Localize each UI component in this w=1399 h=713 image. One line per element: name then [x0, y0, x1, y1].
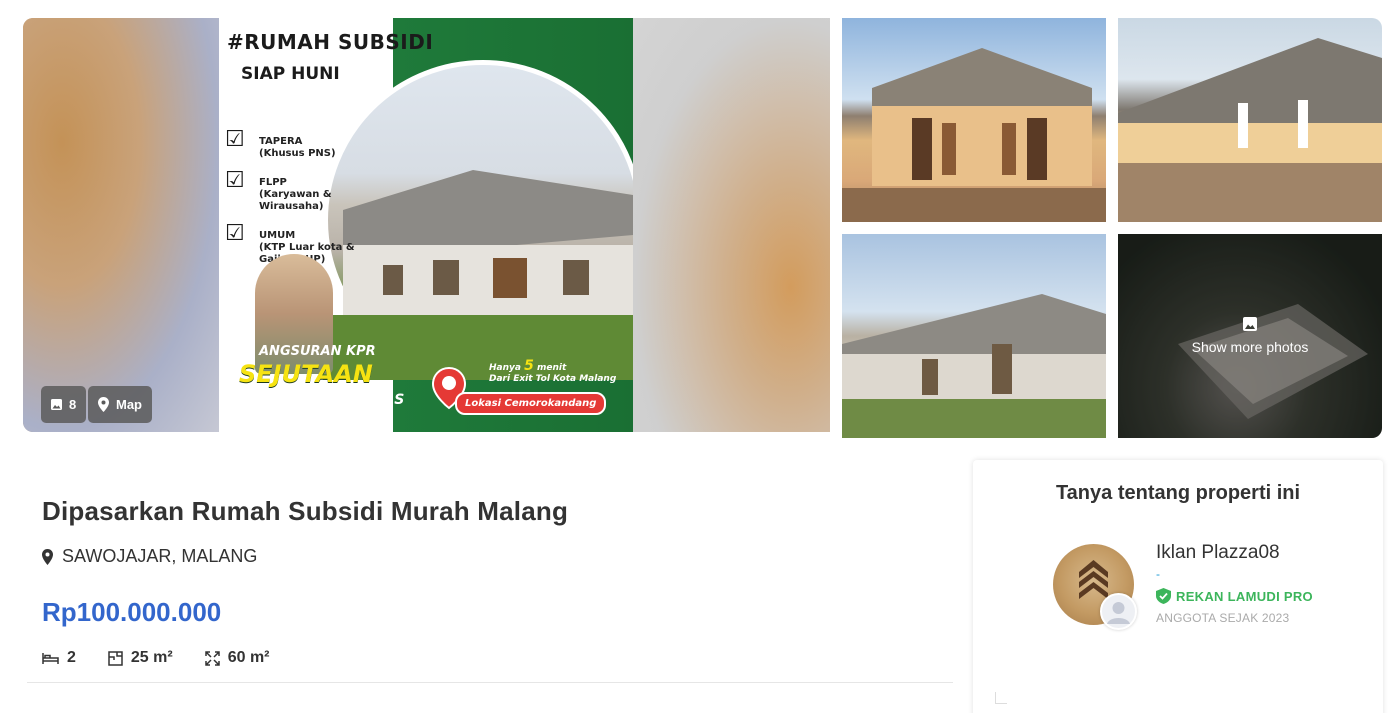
card-checkbox-corner [995, 692, 1007, 704]
map-button[interactable]: Map [88, 386, 152, 423]
image-icon [1243, 317, 1257, 331]
contact-card-title: Tanya tentang properti ini [1055, 482, 1301, 504]
spec-building-area: 25 m² [108, 649, 173, 667]
promo-poster: #RUMAH SUBSIDI SIAP HUNI TAPERA(Khusus P… [219, 18, 633, 432]
section-divider [27, 682, 953, 683]
floorplan-icon [108, 650, 123, 666]
gallery-thumbnail[interactable] [842, 234, 1106, 438]
listing-page: #RUMAH SUBSIDI SIAP HUNI TAPERA(Khusus P… [0, 0, 1399, 713]
poster-location-tag: Lokasi Cemorokandang [455, 392, 607, 415]
poster-check-item: TAPERA(Khusus PNS) [225, 134, 375, 160]
verified-shield-icon [1156, 588, 1171, 604]
agent-name[interactable]: Iklan Plazza08 [1156, 542, 1280, 564]
listing-title: Dipasarkan Rumah Subsidi Murah Malang [42, 496, 569, 526]
image-icon [51, 399, 62, 410]
spec-land-area: 60 m² [204, 649, 270, 667]
agent-avatar[interactable] [1100, 593, 1137, 630]
poster-subheadline: SIAP HUNI [241, 64, 340, 84]
bed-icon [42, 652, 59, 664]
main-photo-blur-left [23, 18, 219, 432]
gallery-thumbnail[interactable] [1118, 18, 1382, 222]
location-text: SAWOJAJAR, MALANG [62, 546, 258, 566]
poster-promo-line1: ANGSURAN KPR [259, 344, 376, 359]
agent-subtitle: - [1156, 567, 1160, 581]
poster-distance-note: Hanya 5 menit Dari Exit Tol Kota Malang [489, 358, 617, 384]
poster-promo-line3: FLAT SAMPAI LUNAS [245, 392, 405, 408]
poster-headline: #RUMAH SUBSIDI [227, 30, 434, 54]
photo-count: 8 [69, 397, 77, 412]
gallery-thumbnail[interactable] [842, 18, 1106, 222]
main-photo-blur-right [633, 18, 830, 432]
poster-check-item: FLPP(Karyawan & Wirausaha) [225, 175, 375, 213]
spec-bedrooms: 2 [42, 649, 76, 667]
user-icon [1107, 602, 1130, 624]
show-more-photos-tile[interactable]: Show more photos [1118, 234, 1382, 438]
expand-icon [204, 650, 220, 666]
location-pin-icon [98, 397, 109, 412]
contact-card: Tanya tentang properti ini Iklan Plazza0… [973, 460, 1383, 713]
member-since: ANGGOTA SEJAK 2023 [1156, 611, 1290, 625]
main-photo[interactable]: #RUMAH SUBSIDI SIAP HUNI TAPERA(Khusus P… [23, 18, 830, 432]
listing-specs: 2 25 m² 60 m² [42, 649, 270, 667]
listing-price: Rp100.000.000 [42, 597, 222, 627]
poster-promo-line2: SEJUTAAN [239, 360, 373, 388]
location-pin-icon [42, 548, 53, 565]
photo-count-button[interactable]: 8 [41, 386, 87, 423]
pro-badge: REKAN LAMUDI PRO [1156, 588, 1313, 604]
map-label: Map [116, 397, 142, 412]
show-more-overlay[interactable]: Show more photos [1118, 234, 1382, 438]
listing-location: SAWOJAJAR, MALANG [42, 546, 257, 567]
show-more-label: Show more photos [1191, 339, 1309, 355]
